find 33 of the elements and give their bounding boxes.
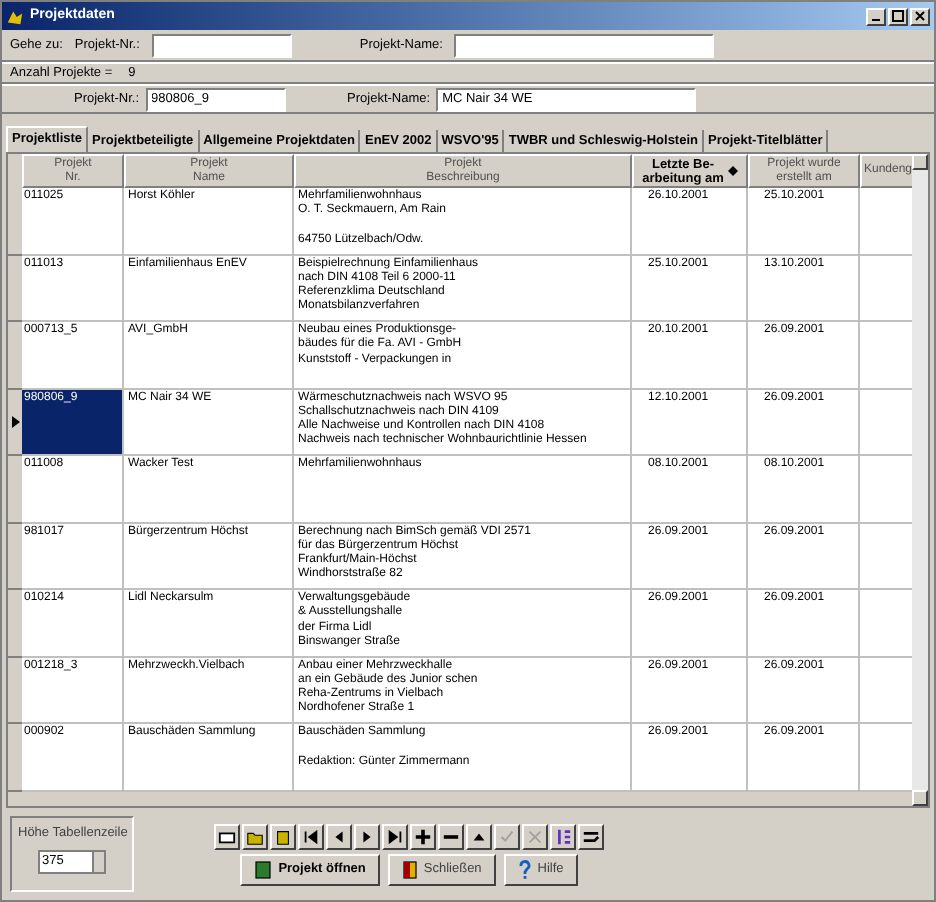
close-icon [914,10,926,22]
next-icon [358,827,376,845]
previous-icon [330,827,348,845]
skip-first-icon [302,827,320,845]
skip-last-icon [386,827,404,845]
cross-icon [526,827,544,845]
maximize-button[interactable] [888,7,908,25]
toolbar-button[interactable] [354,823,380,849]
toolbar-button[interactable] [298,823,324,849]
sort-indicator-icon [727,166,738,176]
minimize-button[interactable] [866,7,886,25]
rectangle-icon [218,827,236,845]
project-name-field[interactable] [454,33,715,57]
question-mark-icon [517,859,532,879]
plus-icon [414,827,432,845]
project-number-field[interactable] [151,33,292,57]
toolbar-button[interactable] [382,823,408,849]
toolbar-button[interactable] [466,823,492,849]
toolbar-button[interactable] [270,823,296,849]
toolbar-button[interactable] [550,823,576,849]
folder-icon [246,827,264,845]
checkmark-icon [498,827,516,845]
toolbar-button[interactable] [578,823,604,849]
maximize-icon [892,10,904,22]
close-button[interactable] [910,7,930,25]
toolbar-button[interactable] [214,823,240,849]
app-icon [6,7,24,25]
scrollbar[interactable] [912,154,928,806]
toolbar-button[interactable] [410,823,436,849]
toolbar-button[interactable] [438,823,464,849]
toolbar-button[interactable] [326,823,352,849]
toolbar-button[interactable] [242,823,268,849]
sort-icon [554,827,572,845]
